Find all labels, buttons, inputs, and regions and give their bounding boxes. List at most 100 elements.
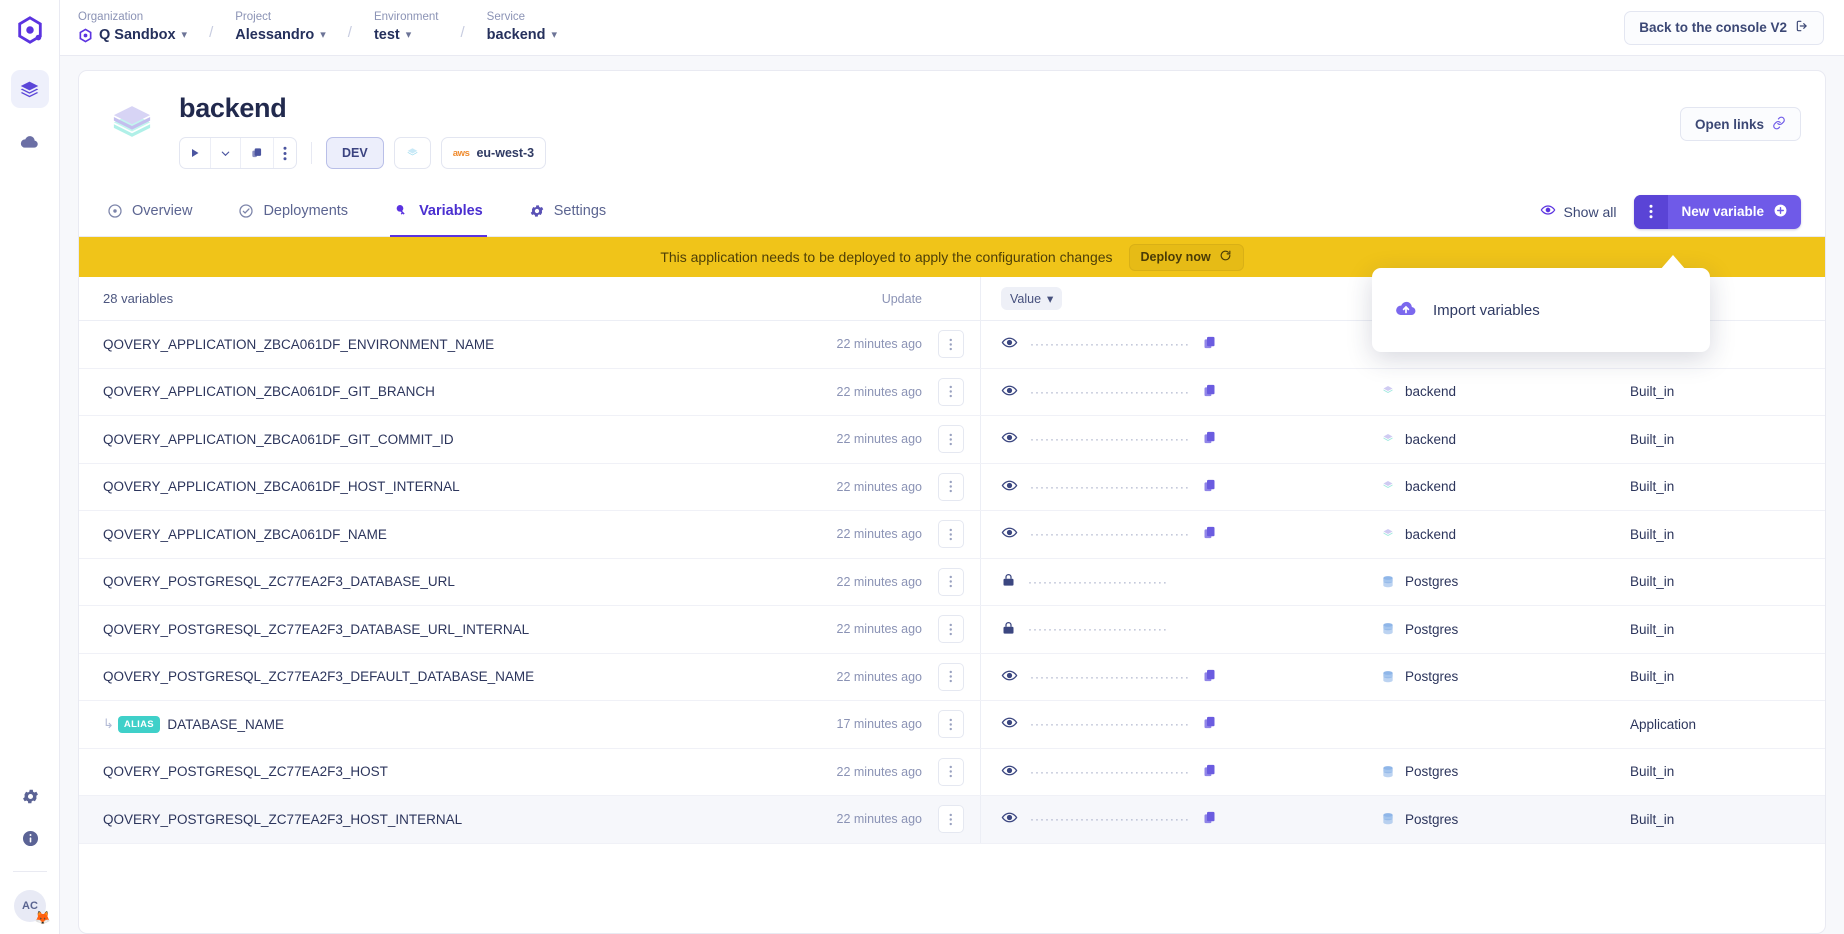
row-menu-button[interactable]	[938, 758, 964, 786]
eye-icon[interactable]	[1001, 762, 1018, 782]
service-card: backend	[78, 70, 1826, 934]
table-row[interactable]: QOVERY_POSTGRESQL_ZC77EA2F3_HOST22 minut…	[79, 749, 1825, 797]
region-badge[interactable]: aws eu-west-3	[441, 137, 546, 169]
eye-icon[interactable]	[1001, 714, 1018, 734]
service-action-bar: DEV aws eu-west-3	[179, 137, 1662, 169]
row-menu-button[interactable]	[938, 520, 964, 548]
row-menu-button[interactable]	[938, 473, 964, 501]
variable-menu-popover: Import variables	[1372, 268, 1710, 352]
tab-overview-label: Overview	[132, 203, 192, 219]
chevron-down-icon[interactable]	[211, 138, 241, 168]
copy-icon[interactable]	[1202, 478, 1217, 496]
copy-icon[interactable]	[1202, 668, 1217, 686]
settings-icon[interactable]	[21, 787, 40, 811]
copy-icon[interactable]	[1202, 763, 1217, 781]
breadcrumb-organization-text: Q Sandbox	[99, 25, 176, 45]
variable-name: QOVERY_POSTGRESQL_ZC77EA2F3_DATABASE_URL…	[103, 622, 529, 637]
copy-icon[interactable]	[1202, 715, 1217, 733]
breadcrumb-service-value[interactable]: backend ▾	[487, 25, 557, 45]
row-menu-button[interactable]	[938, 615, 964, 643]
table-row[interactable]: QOVERY_POSTGRESQL_ZC77EA2F3_DATABASE_URL…	[79, 606, 1825, 654]
database-icon	[1380, 574, 1396, 590]
sidebar-item-layers[interactable]	[11, 70, 49, 108]
new-variable-button[interactable]: New variable	[1668, 195, 1801, 229]
variable-scope-cell: Built_in	[1630, 479, 1825, 494]
service-header: backend	[79, 71, 1825, 187]
main-column: Organization Q Sandbox ▾ / Project Al	[60, 0, 1844, 934]
service-link-label: Postgres	[1405, 669, 1458, 684]
breadcrumb-environment-value[interactable]: test ▾	[374, 25, 439, 45]
copy-icon[interactable]	[1202, 525, 1217, 543]
qovery-logo-icon[interactable]	[12, 12, 48, 48]
environment-badge[interactable]: DEV	[326, 137, 384, 169]
page-body: backend	[60, 56, 1844, 934]
breadcrumb-project-label: Project	[235, 10, 326, 25]
variable-updated: 22 minutes ago	[802, 385, 922, 399]
gear-icon	[529, 203, 545, 219]
row-menu-button[interactable]	[938, 710, 964, 738]
eye-icon[interactable]	[1001, 809, 1018, 829]
table-row[interactable]: QOVERY_APPLICATION_ZBCA061DF_GIT_COMMIT_…	[79, 416, 1825, 464]
new-variable-split-button: New variable	[1634, 195, 1801, 229]
lock-icon[interactable]	[1001, 572, 1016, 591]
eye-icon[interactable]	[1001, 667, 1018, 687]
eye-icon[interactable]	[1001, 429, 1018, 449]
variable-name-cell: QOVERY_APPLICATION_ZBCA061DF_GIT_BRANCH	[79, 384, 802, 399]
fox-badge-icon: 🦊	[35, 910, 51, 926]
row-menu-button[interactable]	[938, 805, 964, 833]
copy-icon[interactable]	[1202, 383, 1217, 401]
tab-settings[interactable]: Settings	[525, 187, 610, 237]
row-menu-button[interactable]	[938, 568, 964, 596]
table-row[interactable]: QOVERY_POSTGRESQL_ZC77EA2F3_HOST_INTERNA…	[79, 796, 1825, 844]
row-menu-button[interactable]	[938, 425, 964, 453]
open-links-button[interactable]: Open links	[1680, 107, 1801, 141]
tab-settings-label: Settings	[554, 203, 606, 219]
breadcrumb-project-value[interactable]: Alessandro ▾	[235, 25, 326, 45]
row-menu-button[interactable]	[938, 663, 964, 691]
variable-menu-button[interactable]	[1634, 195, 1668, 229]
sidebar-item-cloud[interactable]	[11, 122, 49, 160]
variable-name-cell: QOVERY_APPLICATION_ZBCA061DF_HOST_INTERN…	[79, 479, 802, 494]
tab-variables[interactable]: Variables	[390, 187, 487, 237]
variable-name-cell: QOVERY_APPLICATION_ZBCA061DF_NAME	[79, 527, 802, 542]
eye-icon[interactable]	[1001, 477, 1018, 497]
database-icon	[1380, 764, 1396, 780]
tab-overview[interactable]: Overview	[103, 187, 196, 237]
eye-icon[interactable]	[1001, 334, 1018, 354]
breadcrumb-organization-value[interactable]: Q Sandbox ▾	[78, 25, 187, 45]
tab-deployments[interactable]: Deployments	[234, 187, 352, 237]
back-to-console-button[interactable]: Back to the console V2	[1624, 11, 1824, 45]
deploy-now-button[interactable]: Deploy now	[1129, 244, 1244, 271]
redeploy-icon[interactable]	[241, 138, 274, 168]
lock-icon[interactable]	[1001, 620, 1016, 639]
eye-icon[interactable]	[1001, 382, 1018, 402]
table-row[interactable]: ↳ALIAS DATABASE_NAME17 minutes ago······…	[79, 701, 1825, 749]
info-icon[interactable]	[21, 829, 40, 853]
cluster-badge[interactable]	[394, 137, 431, 169]
variable-name-cell: QOVERY_APPLICATION_ZBCA061DF_GIT_COMMIT_…	[79, 432, 802, 447]
table-row[interactable]: QOVERY_APPLICATION_ZBCA061DF_HOST_INTERN…	[79, 464, 1825, 512]
column-value-filter[interactable]: Value ▾	[1001, 287, 1062, 310]
copy-icon[interactable]	[1202, 430, 1217, 448]
breadcrumb-service: Service backend ▾	[487, 10, 557, 45]
row-menu-button[interactable]	[938, 378, 964, 406]
variable-value-masked: ································	[1030, 717, 1190, 731]
table-row[interactable]: QOVERY_POSTGRESQL_ZC77EA2F3_DATABASE_URL…	[79, 559, 1825, 607]
qovery-mini-icon	[78, 28, 93, 43]
show-all-button[interactable]: Show all	[1540, 202, 1617, 221]
row-menu-button[interactable]	[938, 330, 964, 358]
table-row[interactable]: QOVERY_APPLICATION_ZBCA061DF_NAME22 minu…	[79, 511, 1825, 559]
table-row[interactable]: QOVERY_POSTGRESQL_ZC77EA2F3_DEFAULT_DATA…	[79, 654, 1825, 702]
service-more-button[interactable]	[274, 138, 296, 168]
deploy-now-label: Deploy now	[1141, 250, 1211, 264]
play-icon[interactable]	[180, 138, 211, 168]
row-actions-cell	[922, 425, 980, 453]
copy-icon[interactable]	[1202, 335, 1217, 353]
avatar[interactable]: AC 🦊	[14, 890, 46, 922]
import-variables-item[interactable]: Import variables	[1394, 296, 1540, 324]
eye-icon[interactable]	[1001, 524, 1018, 544]
variable-service-link-cell: backend	[1380, 431, 1630, 447]
variable-name: QOVERY_POSTGRESQL_ZC77EA2F3_DEFAULT_DATA…	[103, 669, 534, 684]
copy-icon[interactable]	[1202, 810, 1217, 828]
table-row[interactable]: QOVERY_APPLICATION_ZBCA061DF_GIT_BRANCH2…	[79, 369, 1825, 417]
